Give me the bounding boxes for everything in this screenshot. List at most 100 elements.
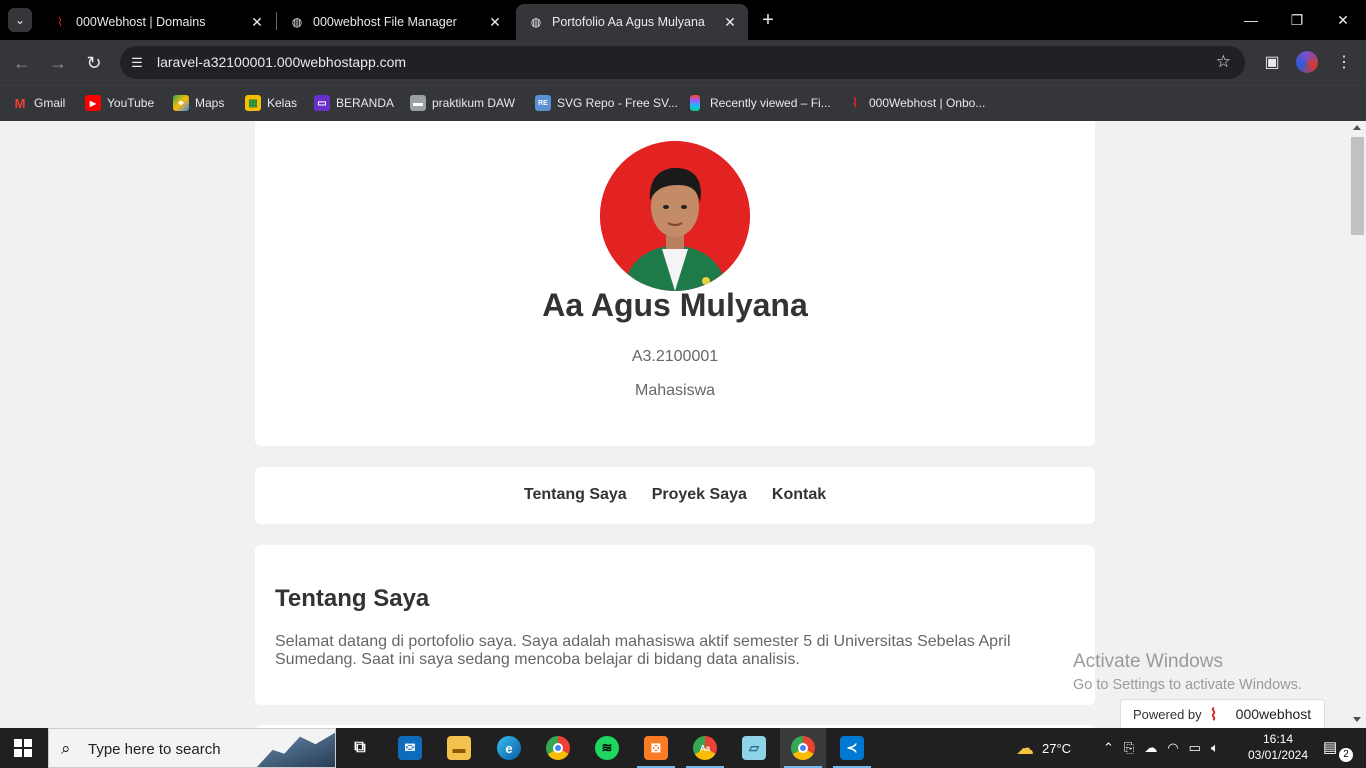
battery-icon[interactable]: ▭ bbox=[1189, 740, 1201, 756]
browser-toolbar: ← → ↻ ☰ laravel-a32100001.000webhostapp.… bbox=[0, 40, 1366, 85]
about-text: Selamat datang di portofolio saya. Saya … bbox=[275, 633, 1011, 668]
tab-file-manager[interactable]: ◍ 000webhost File Manager ✕ bbox=[277, 4, 513, 40]
site-info-icon[interactable]: ☰ bbox=[128, 54, 146, 72]
figma-icon bbox=[690, 95, 700, 111]
bookmark-figma[interactable]: Recently viewed – Fi... bbox=[690, 94, 831, 112]
about-section: Tentang Saya Selamat datang di portofoli… bbox=[255, 545, 1095, 705]
volume-icon[interactable]: 🔈︎ bbox=[1211, 740, 1219, 756]
meet-now-icon[interactable]: ⎘ bbox=[1124, 740, 1134, 756]
system-tray: ⌃ ⎘ ☁ ◠ ▭ 🔈︎ bbox=[1103, 728, 1219, 768]
windows-start-icon[interactable] bbox=[14, 739, 32, 757]
chrome-profile-icon: Aa bbox=[693, 736, 717, 760]
nav-card: Tentang Saya Proyek Saya Kontak bbox=[255, 467, 1095, 524]
chevron-down-icon: ⌄ bbox=[14, 13, 26, 27]
tab-label: 000webhost File Manager bbox=[313, 15, 457, 29]
profile-nim: A3.2100001 bbox=[631, 348, 719, 365]
tab-strip: ⌄ ⌇ 000Webhost | Domains ✕ ◍ 000webhost … bbox=[0, 0, 1366, 40]
taskbar-notepad[interactable]: ▱ bbox=[731, 728, 777, 768]
weather-temperature: 27°C bbox=[1042, 740, 1072, 756]
taskbar-spotify[interactable]: ≋ bbox=[584, 728, 630, 768]
bookmark-youtube[interactable]: ▶ YouTube bbox=[85, 94, 154, 112]
notification-count-badge: 2 bbox=[1339, 748, 1353, 762]
bookmark-label: Maps bbox=[195, 96, 225, 110]
task-view-button[interactable]: ⧉ bbox=[337, 728, 383, 768]
powered-brand: 000webhost bbox=[1235, 706, 1312, 722]
close-icon[interactable]: ✕ bbox=[722, 14, 738, 31]
taskbar-search-box[interactable]: ⌕ Type here to search bbox=[48, 728, 336, 768]
restore-button[interactable]: ❐ bbox=[1274, 8, 1320, 32]
bookmark-maps[interactable]: ⌖ Maps bbox=[173, 94, 224, 112]
powered-by-badge[interactable]: Powered by ⌇ 000webhost bbox=[1120, 699, 1325, 729]
url-text[interactable]: laravel-a32100001.000webhostapp.com bbox=[157, 54, 406, 70]
taskbar-xampp[interactable]: ⊠ bbox=[633, 728, 679, 768]
bookmark-praktikum-daw[interactable]: ▬ praktikum DAW bbox=[410, 94, 515, 112]
notification-center-button[interactable]: ▤ 2 bbox=[1323, 738, 1353, 762]
bookmark-beranda[interactable]: ▭ BERANDA bbox=[314, 94, 394, 112]
folder-icon: ▬ bbox=[410, 95, 426, 111]
nav-link-proyek-saya[interactable]: Proyek Saya bbox=[652, 486, 747, 504]
more-vert-icon: ⋮ bbox=[1336, 54, 1352, 71]
menu-button[interactable]: ⋮ bbox=[1332, 51, 1356, 75]
tab-search-button[interactable]: ⌄ bbox=[8, 8, 32, 32]
page-scrollbar[interactable] bbox=[1349, 121, 1366, 728]
about-heading: Tentang Saya bbox=[275, 585, 430, 612]
bookmark-svg-repo[interactable]: RE SVG Repo - Free SV... bbox=[535, 94, 678, 112]
back-button[interactable]: ← bbox=[10, 51, 34, 75]
nav-links: Tentang Saya Proyek Saya Kontak bbox=[255, 486, 1095, 504]
chevron-up-icon[interactable]: ⌃ bbox=[1103, 740, 1114, 756]
weather-widget[interactable]: ☁ 27°C bbox=[1016, 728, 1071, 768]
nav-link-tentang-saya[interactable]: Tentang Saya bbox=[524, 486, 627, 504]
taskbar-chrome[interactable] bbox=[535, 728, 581, 768]
bookmark-000webhost-onboarding[interactable]: ⌇ 000Webhost | Onbo... bbox=[847, 94, 986, 112]
arrow-right-icon: → bbox=[49, 53, 67, 73]
taskbar-chrome-profile[interactable]: Aa bbox=[682, 728, 728, 768]
nav-link-kontak[interactable]: Kontak bbox=[772, 486, 826, 504]
svgrepo-icon: RE bbox=[535, 95, 551, 111]
close-icon[interactable]: ✕ bbox=[487, 14, 503, 31]
globe-icon: ◍ bbox=[291, 15, 303, 29]
notification-icon: ▤ bbox=[1323, 739, 1338, 756]
taskbar-vscode[interactable]: ≺ bbox=[829, 728, 875, 768]
windows-taskbar: ⌕ Type here to search ⧉ ✉ ▬ e ≋ ⊠ Aa ▱ ≺… bbox=[0, 728, 1366, 768]
taskbar-file-explorer[interactable]: ▬ bbox=[436, 728, 482, 768]
close-window-button[interactable]: ✕ bbox=[1320, 8, 1366, 32]
bookmark-label: Kelas bbox=[267, 96, 298, 110]
wifi-icon[interactable]: ◠ bbox=[1167, 740, 1178, 756]
scroll-thumb[interactable] bbox=[1351, 137, 1364, 235]
arrow-left-icon: ← bbox=[13, 53, 31, 73]
taskbar-clock[interactable]: 16:14 03/01/2024 bbox=[1246, 731, 1310, 763]
reload-button[interactable]: ↻ bbox=[82, 51, 106, 75]
taskbar-search-placeholder[interactable]: Type here to search bbox=[88, 741, 221, 758]
side-panel-button[interactable]: ▣ bbox=[1260, 51, 1284, 75]
bookmark-gmail[interactable]: M Gmail bbox=[12, 94, 66, 112]
000webhost-logo-icon: ⌇ bbox=[1209, 707, 1218, 724]
xampp-icon: ⊠ bbox=[644, 736, 668, 760]
bookmark-star-icon[interactable]: ☆ bbox=[1216, 52, 1231, 72]
forward-button[interactable]: → bbox=[46, 51, 70, 75]
notepad-icon: ▱ bbox=[742, 736, 766, 760]
reload-icon: ↻ bbox=[86, 53, 102, 73]
side-panel-icon: ▣ bbox=[1264, 54, 1280, 71]
onedrive-icon[interactable]: ☁ bbox=[1144, 740, 1157, 756]
partly-cloudy-icon: ☁ bbox=[1016, 737, 1034, 758]
vscode-icon: ≺ bbox=[840, 736, 864, 760]
tab-portofolio[interactable]: ◍ Portofolio Aa Agus Mulyana ✕ bbox=[516, 4, 748, 40]
gmail-icon: M bbox=[14, 95, 26, 111]
new-tab-button[interactable]: + bbox=[758, 10, 778, 30]
browser-window: ⌄ ⌇ 000Webhost | Domains ✕ ◍ 000webhost … bbox=[0, 0, 1366, 121]
minimize-button[interactable]: — bbox=[1228, 8, 1274, 32]
person-portrait-icon bbox=[600, 141, 750, 291]
bookmark-label: praktikum DAW bbox=[432, 96, 515, 110]
scroll-down-icon[interactable] bbox=[1353, 717, 1361, 722]
profile-avatar[interactable] bbox=[1296, 51, 1318, 73]
taskbar-edge[interactable]: e bbox=[486, 728, 532, 768]
clock-time: 16:14 bbox=[1262, 732, 1294, 746]
profile-role: Mahasiswa bbox=[634, 382, 716, 399]
close-icon[interactable]: ✕ bbox=[249, 14, 265, 31]
bookmark-kelas[interactable]: ▦ Kelas bbox=[245, 94, 297, 112]
scroll-up-icon[interactable] bbox=[1353, 125, 1361, 130]
taskbar-chrome-active[interactable] bbox=[780, 728, 826, 768]
taskbar-mail[interactable]: ✉ bbox=[387, 728, 433, 768]
tab-000webhost-domains[interactable]: ⌇ 000Webhost | Domains ✕ bbox=[40, 4, 275, 40]
address-bar[interactable]: ☰ laravel-a32100001.000webhostapp.com ☆ bbox=[120, 46, 1245, 79]
